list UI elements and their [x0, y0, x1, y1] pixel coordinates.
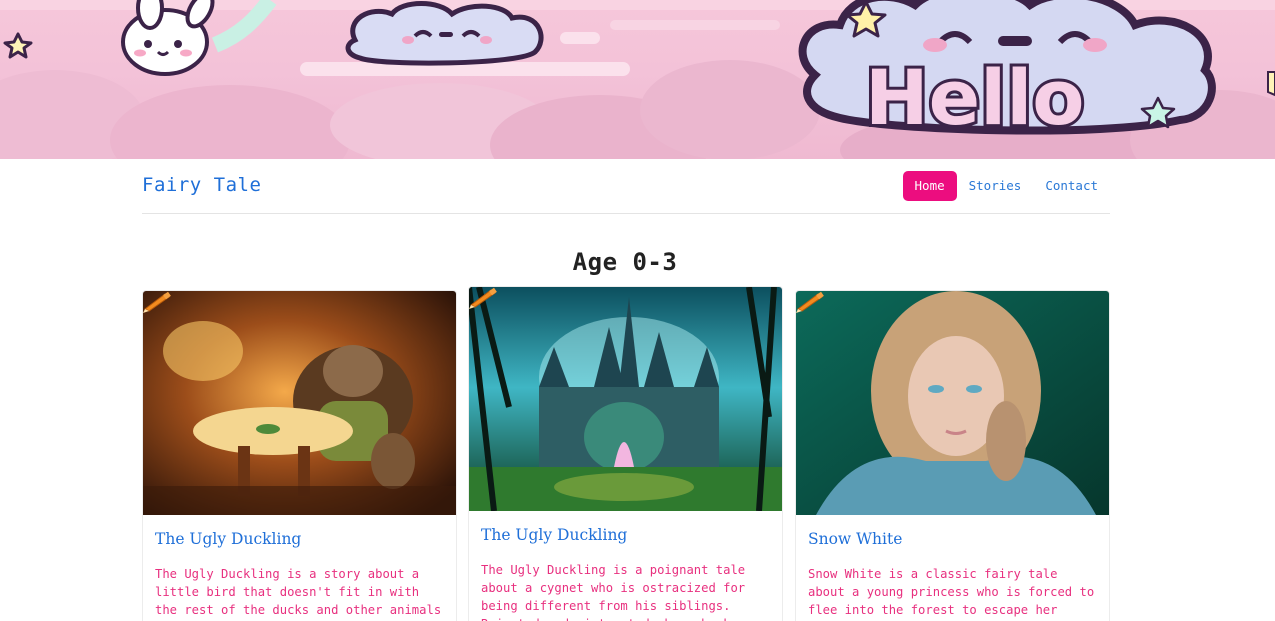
story-card-title[interactable]: The Ugly Duckling: [481, 526, 627, 544]
hello-cloud-illustration: Hello: [798, 0, 1216, 145]
story-card-image[interactable]: [796, 291, 1109, 515]
hello-text: Hello: [865, 53, 1084, 142]
story-card-title[interactable]: Snow White: [808, 530, 902, 548]
story-card[interactable]: Snow White Snow White is a classic fairy…: [795, 290, 1110, 621]
nav-links: Home Stories Contact: [902, 171, 1110, 201]
castle-illustration: [469, 287, 782, 511]
story-card-image[interactable]: [143, 291, 456, 515]
hero-banner: Hello: [0, 0, 1275, 159]
story-card-description: Snow White is a classic fairy tale about…: [808, 567, 1095, 617]
pencil-icon[interactable]: [469, 287, 499, 309]
top-navbar: Fairy Tale Home Stories Contact: [142, 159, 1110, 214]
section-heading: Age 0-3: [572, 248, 678, 276]
nav-contact-link[interactable]: Contact: [1033, 171, 1110, 201]
nav-stories-link[interactable]: Stories: [957, 171, 1034, 201]
story-card[interactable]: The Ugly Duckling The Ugly Duckling is a…: [468, 286, 783, 621]
cozy-room-illustration: [143, 291, 456, 515]
pencil-icon[interactable]: [796, 291, 826, 313]
story-card-description: The Ugly Duckling is a story about a lit…: [155, 567, 442, 617]
story-card-description: The Ugly Duckling is a poignant tale abo…: [481, 563, 760, 621]
story-card-title[interactable]: The Ugly Duckling: [155, 530, 301, 548]
brand-logo[interactable]: Fairy Tale: [142, 174, 261, 196]
banner-illustration: Hello: [0, 0, 1275, 159]
princess-portrait-illustration: [796, 291, 1109, 515]
story-card-image[interactable]: [469, 287, 782, 511]
small-cloud-illustration: [345, 1, 544, 66]
nav-home-link[interactable]: Home: [902, 171, 957, 201]
bunny-illustration: [121, 0, 277, 76]
story-card[interactable]: The Ugly Duckling The Ugly Duckling is a…: [142, 290, 457, 621]
pencil-icon[interactable]: [143, 291, 173, 313]
star-icon-left: [3, 32, 33, 59]
